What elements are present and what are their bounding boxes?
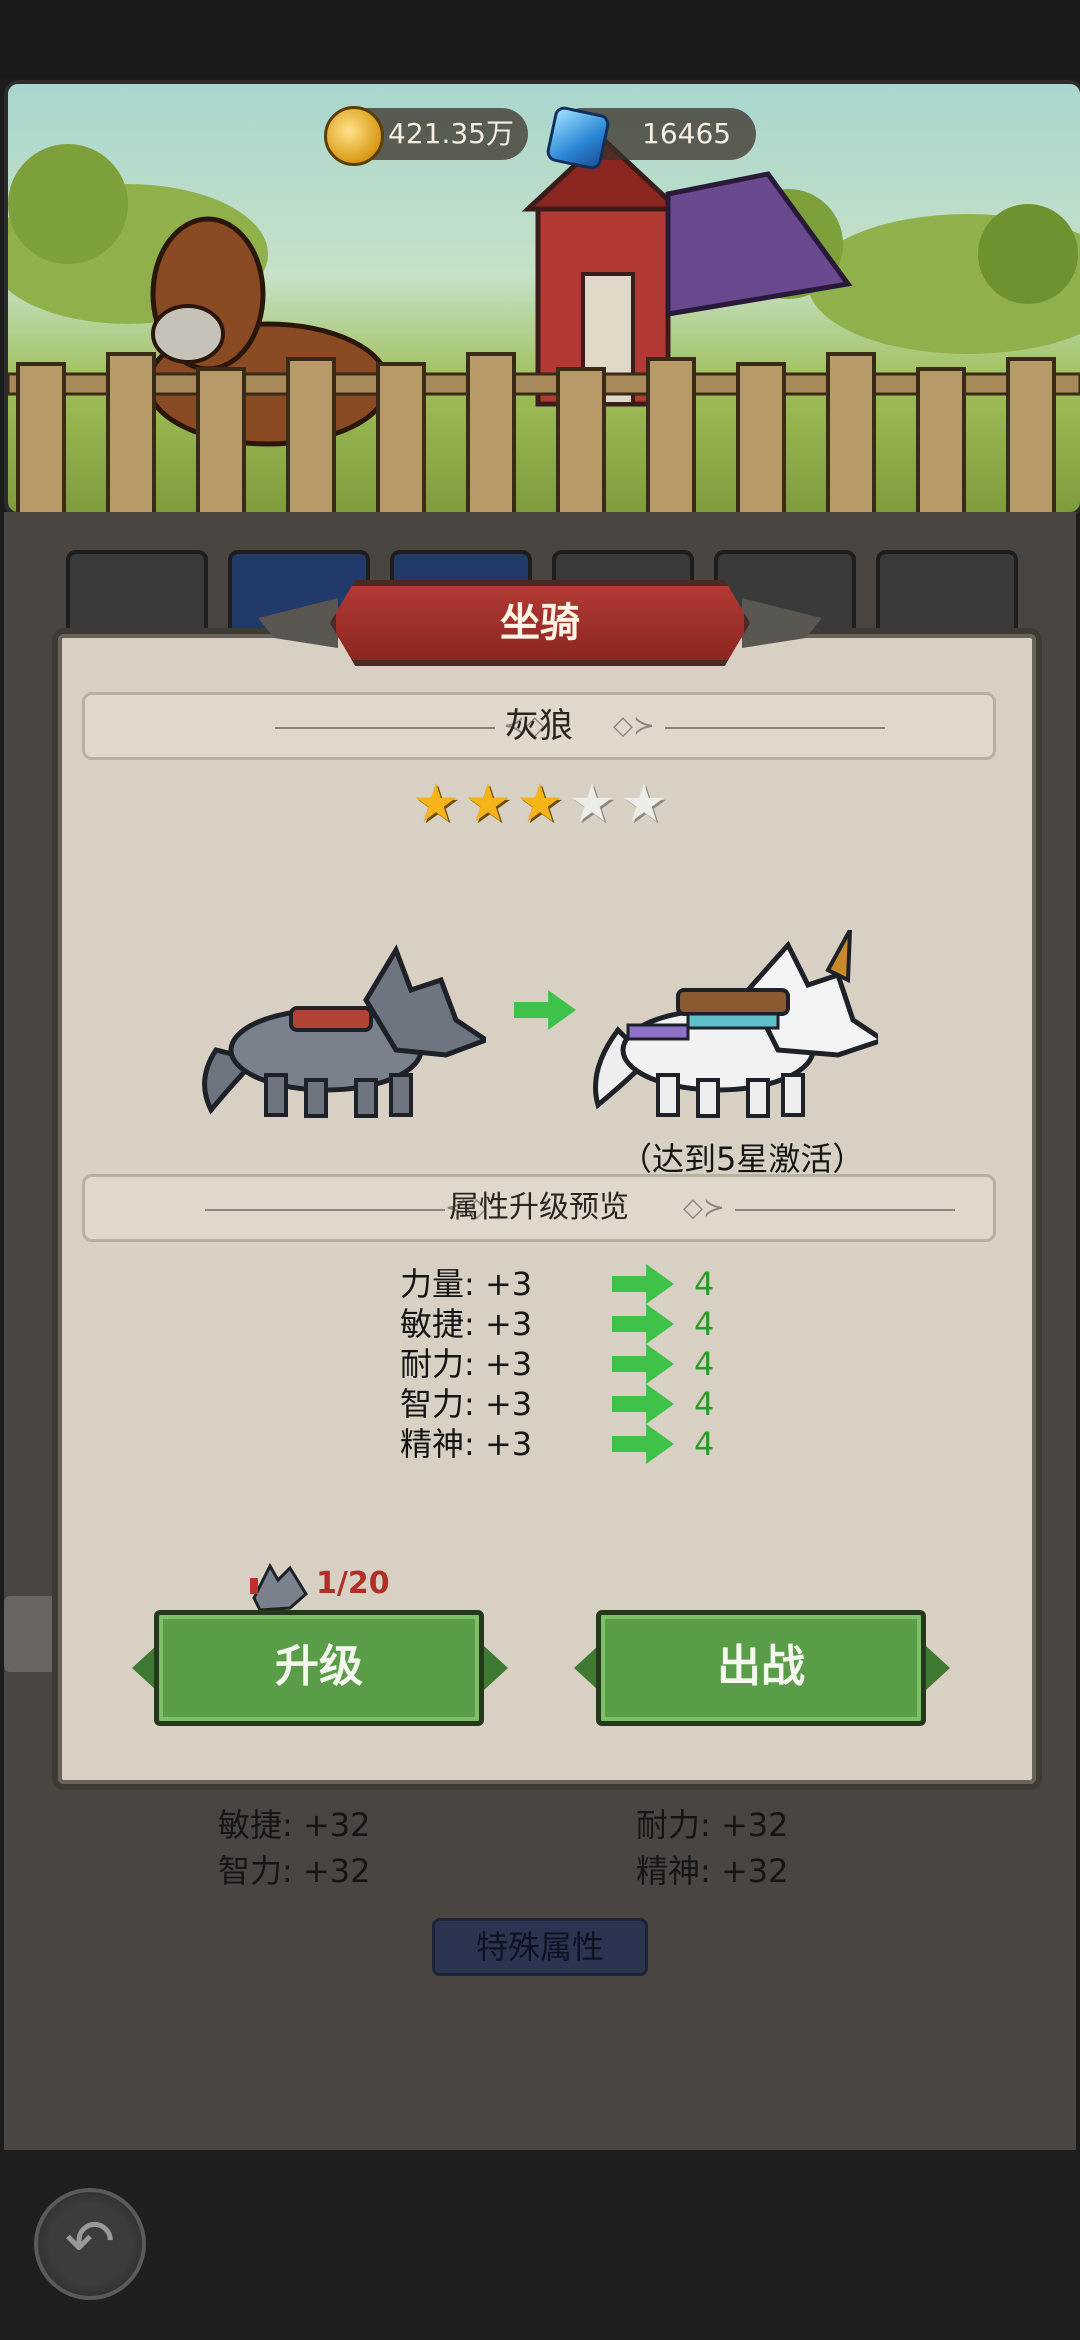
gold-amount: 421.35万 bbox=[388, 117, 514, 150]
stat-label: 力量: +3 bbox=[400, 1265, 533, 1303]
stat-row: 耐力: +3 4 bbox=[400, 1344, 800, 1384]
arrow-right-icon bbox=[612, 1304, 674, 1344]
stat-label: 精神: +3 bbox=[400, 1425, 533, 1463]
tab-mount-1[interactable] bbox=[66, 550, 208, 634]
stat-label: 智力: +3 bbox=[400, 1385, 533, 1423]
star-icon: ★ bbox=[412, 774, 460, 834]
arrow-right-icon bbox=[612, 1344, 674, 1384]
shard-count: 1/20 bbox=[316, 1566, 390, 1601]
tab-mount-6[interactable] bbox=[876, 550, 1018, 634]
bottom-bar bbox=[0, 2150, 1080, 2340]
arrow-right-icon bbox=[612, 1384, 674, 1424]
stat-row: 力量: +3 4 bbox=[400, 1264, 800, 1304]
gem-icon bbox=[544, 104, 612, 172]
special-attributes-button[interactable]: 特殊属性 bbox=[432, 1918, 648, 1976]
bg-stat-agility: 敏捷: +32 bbox=[218, 1806, 371, 1844]
stat-row: 敏捷: +3 4 bbox=[400, 1304, 800, 1344]
mount-name: 灰狼 bbox=[505, 706, 573, 746]
gem-amount: 16465 bbox=[642, 117, 732, 150]
upgrade-button[interactable]: 升级 bbox=[154, 1610, 484, 1726]
ornament-line-right bbox=[665, 727, 885, 729]
ornament-line-right bbox=[735, 1209, 955, 1211]
dialog-title: 坐骑 bbox=[330, 580, 750, 666]
star-icon: ★ bbox=[516, 774, 564, 834]
deploy-button[interactable]: 出战 bbox=[596, 1610, 926, 1726]
wolf-shard-icon bbox=[250, 1562, 308, 1612]
coin-icon bbox=[324, 106, 384, 166]
top-strip bbox=[0, 0, 1080, 78]
stat-next-value: 4 bbox=[694, 1305, 715, 1343]
grey-wolf-image bbox=[202, 944, 486, 1118]
star-icon: ★ bbox=[568, 774, 616, 834]
stat-next-value: 4 bbox=[694, 1345, 715, 1383]
preview-header: 属性升级预览 bbox=[449, 1190, 629, 1225]
stat-next-value: 4 bbox=[694, 1425, 715, 1463]
arrow-right-icon bbox=[612, 1264, 674, 1304]
preview-header-bar: ≺◇ 属性升级预览 ◇≻ bbox=[82, 1174, 996, 1242]
stat-next-value: 4 bbox=[694, 1265, 715, 1303]
stat-label: 敏捷: +3 bbox=[400, 1305, 533, 1343]
star-icon: ★ bbox=[464, 774, 512, 834]
ornament-right-icon: ◇≻ bbox=[683, 1193, 725, 1223]
stat-label: 耐力: +3 bbox=[400, 1345, 533, 1383]
bg-stat-stamina: 耐力: +32 bbox=[636, 1806, 789, 1844]
farm-scene bbox=[8, 135, 1080, 512]
farm-banner: 421.35万 16465 bbox=[4, 80, 1080, 516]
back-arrow-icon: ↶ bbox=[64, 2207, 116, 2277]
back-button[interactable]: ↶ bbox=[34, 2188, 146, 2300]
mount-name-bar: ≺◇ 灰狼 ◇≻ bbox=[82, 692, 996, 760]
bg-stat-spirit: 精神: +32 bbox=[636, 1852, 789, 1890]
arrow-right-icon bbox=[612, 1424, 674, 1464]
stat-row: 智力: +3 4 bbox=[400, 1384, 800, 1424]
ornament-right-icon: ◇≻ bbox=[613, 711, 655, 741]
white-wolf-image bbox=[593, 930, 878, 1118]
star-icon: ★ bbox=[620, 774, 668, 834]
stat-row: 精神: +3 4 bbox=[400, 1424, 800, 1464]
stat-next-value: 4 bbox=[694, 1385, 715, 1423]
bg-stat-intellect: 智力: +32 bbox=[218, 1852, 371, 1890]
